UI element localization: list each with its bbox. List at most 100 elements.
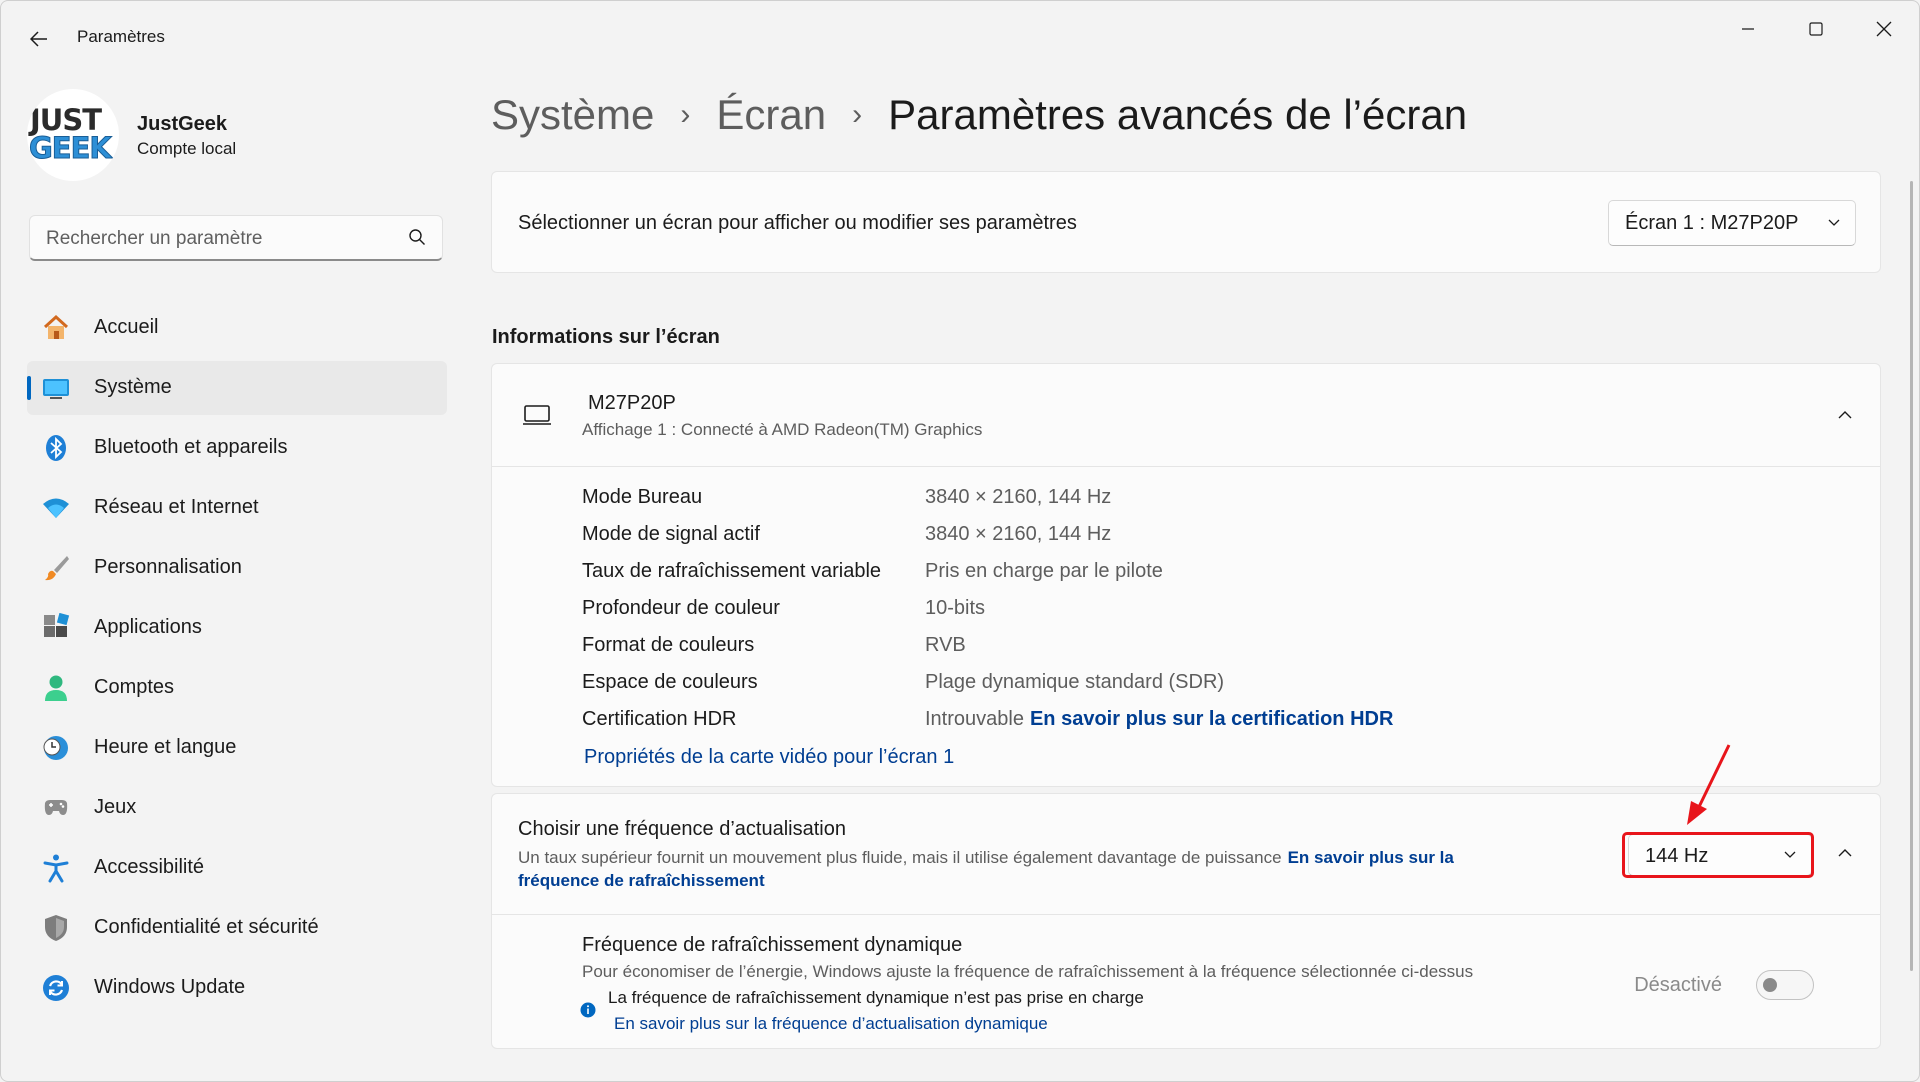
clock-globe-icon [41, 733, 71, 763]
display-info-card: M27P20P Affichage 1 : Connecté à AMD Rad… [491, 363, 1881, 787]
avatar: JUST GEEK [27, 89, 119, 181]
chevron-up-icon[interactable] [1836, 406, 1854, 424]
hdr-certification-link[interactable]: En savoir plus sur la certification HDR [1030, 708, 1393, 730]
sidebar-item-confidentialite[interactable]: Confidentialité et sécurité [27, 901, 447, 955]
home-icon [41, 313, 71, 343]
sidebar-item-bluetooth[interactable]: Bluetooth et appareils [27, 421, 447, 475]
breadcrumb-item-systeme[interactable]: Système [491, 91, 654, 139]
info-label: Certification HDR [582, 708, 737, 730]
annotation-arrow [1687, 744, 1731, 825]
bluetooth-icon [41, 433, 71, 463]
sidebar-item-jeux[interactable]: Jeux [27, 781, 447, 835]
dynamic-refresh-learn-more-link[interactable]: En savoir plus sur la fréquence d’actual… [614, 1014, 1048, 1034]
sidebar-item-comptes[interactable]: Comptes [27, 661, 447, 715]
user-name: JustGeek [137, 113, 228, 135]
back-button[interactable] [21, 21, 57, 57]
info-label: Espace de couleurs [582, 671, 758, 693]
annotation-highlight-box [1622, 832, 1814, 878]
refresh-rate-description: Un taux supérieur fournit un mouvement p… [518, 846, 1538, 892]
system-icon [41, 373, 71, 403]
refresh-rate-header: Choisir une fréquence d’actualisation Un… [492, 794, 1880, 915]
maximize-button[interactable] [1782, 9, 1850, 49]
info-value: RVB [925, 634, 966, 656]
sidebar-item-accessibilite[interactable]: Accessibilité [27, 841, 447, 895]
dynamic-refresh-toggle[interactable] [1756, 970, 1814, 1000]
apps-icon [41, 613, 71, 643]
sidebar-item-applications[interactable]: Applications [27, 601, 447, 655]
dynamic-refresh-description: Pour économiser de l’énergie, Windows aj… [582, 962, 1474, 981]
brush-icon [41, 553, 71, 583]
sidebar-item-label: Windows Update [94, 976, 246, 998]
video-adapter-properties-link[interactable]: Propriétés de la carte vidéo pour l’écra… [584, 746, 954, 769]
maximize-icon [1809, 22, 1823, 36]
toggle-knob [1763, 978, 1777, 992]
display-select-card: Sélectionner un écran pour afficher ou m… [491, 171, 1881, 273]
sidebar-item-label: Système [94, 376, 172, 398]
scrollbar[interactable] [1910, 181, 1913, 971]
info-value: 3840 × 2160, 144 Hz [925, 486, 1112, 508]
chevron-right-icon: › [852, 98, 863, 131]
account-type: Compte local [137, 139, 237, 158]
info-value: 3840 × 2160, 144 Hz [925, 523, 1112, 545]
sidebar-item-label: Accessibilité [94, 856, 205, 878]
info-value: 10-bits [925, 597, 986, 619]
update-icon [41, 973, 71, 1003]
sidebar-item-accueil[interactable]: Accueil [27, 301, 447, 355]
chevron-down-icon [1828, 219, 1840, 226]
sidebar-item-label: Applications [94, 616, 202, 638]
sidebar-item-label: Accueil [94, 316, 159, 338]
page-title: Paramètres avancés de l’écran [888, 91, 1468, 138]
info-label: Mode Bureau [582, 486, 703, 508]
title-bar: Paramètres [1, 1, 1919, 71]
sidebar-item-reseau[interactable]: Réseau et Internet [27, 481, 447, 535]
display-dropdown-value: Écran 1 : M27P20P [1625, 212, 1799, 234]
close-button[interactable] [1850, 9, 1918, 49]
minimize-button[interactable] [1714, 9, 1782, 49]
chevron-right-icon: › [680, 98, 691, 131]
display-info-header[interactable]: M27P20P Affichage 1 : Connecté à AMD Rad… [492, 364, 1880, 467]
sidebar-nav: Accueil Système Bluetooth et appareils R… [27, 301, 447, 1021]
settings-window: Paramètres JUST GEEK JustGeek Compte loc… [0, 0, 1920, 1082]
info-label: Format de couleurs [582, 634, 755, 656]
info-label: Mode de signal actif [582, 523, 760, 545]
monitor-subtitle: Affichage 1 : Connecté à AMD Radeon(TM) … [582, 420, 983, 439]
info-label: Profondeur de couleur [582, 597, 780, 619]
dynamic-refresh-title: Fréquence de rafraîchissement dynamique [582, 934, 963, 956]
refresh-rate-title: Choisir une fréquence d’actualisation [518, 818, 846, 840]
search-icon[interactable] [408, 228, 426, 246]
sidebar-item-personnalisation[interactable]: Personnalisation [27, 541, 447, 595]
toggle-state-label: Désactivé [1634, 974, 1722, 996]
search-input[interactable] [44, 225, 388, 253]
section-title: Informations sur l’écran [492, 326, 720, 348]
sidebar-item-label: Réseau et Internet [94, 496, 259, 518]
sidebar-item-label: Bluetooth et appareils [94, 436, 288, 458]
display-dropdown[interactable]: Écran 1 : M27P20P [1608, 200, 1856, 246]
monitor-icon [523, 405, 551, 425]
minimize-icon [1742, 28, 1754, 30]
chevron-up-icon[interactable] [1836, 844, 1854, 862]
sidebar-item-label: Heure et langue [94, 736, 237, 758]
dynamic-refresh-note: La fréquence de rafraîchissement dynamiq… [608, 988, 1144, 1007]
accessibility-icon [41, 853, 71, 883]
sidebar-item-heure[interactable]: Heure et langue [27, 721, 447, 775]
display-select-label: Sélectionner un écran pour afficher ou m… [518, 212, 1077, 234]
breadcrumb-item-ecran[interactable]: Écran [716, 91, 826, 139]
info-value: Plage dynamique standard (SDR) [925, 671, 1225, 693]
gamepad-icon [41, 793, 71, 823]
sidebar-item-systeme[interactable]: Système [27, 361, 447, 415]
breadcrumb: Système › Écran › Paramètres avancés de … [491, 85, 1467, 145]
hdr-status: Introuvable [925, 708, 1024, 730]
close-icon [1876, 21, 1892, 37]
app-title: Paramètres [77, 27, 165, 46]
monitor-name: M27P20P [588, 392, 676, 414]
sidebar-item-label: Jeux [94, 796, 137, 818]
back-arrow-icon [30, 31, 47, 47]
shield-icon [41, 913, 71, 943]
wifi-icon [41, 493, 71, 523]
info-label: Taux de rafraîchissement variable [582, 560, 882, 582]
search-box[interactable] [29, 215, 443, 261]
account-icon [41, 673, 71, 703]
refresh-rate-card: Choisir une fréquence d’actualisation Un… [491, 793, 1881, 1049]
user-profile[interactable]: JUST GEEK JustGeek Compte local [27, 89, 367, 181]
sidebar-item-windows-update[interactable]: Windows Update [27, 961, 447, 1015]
